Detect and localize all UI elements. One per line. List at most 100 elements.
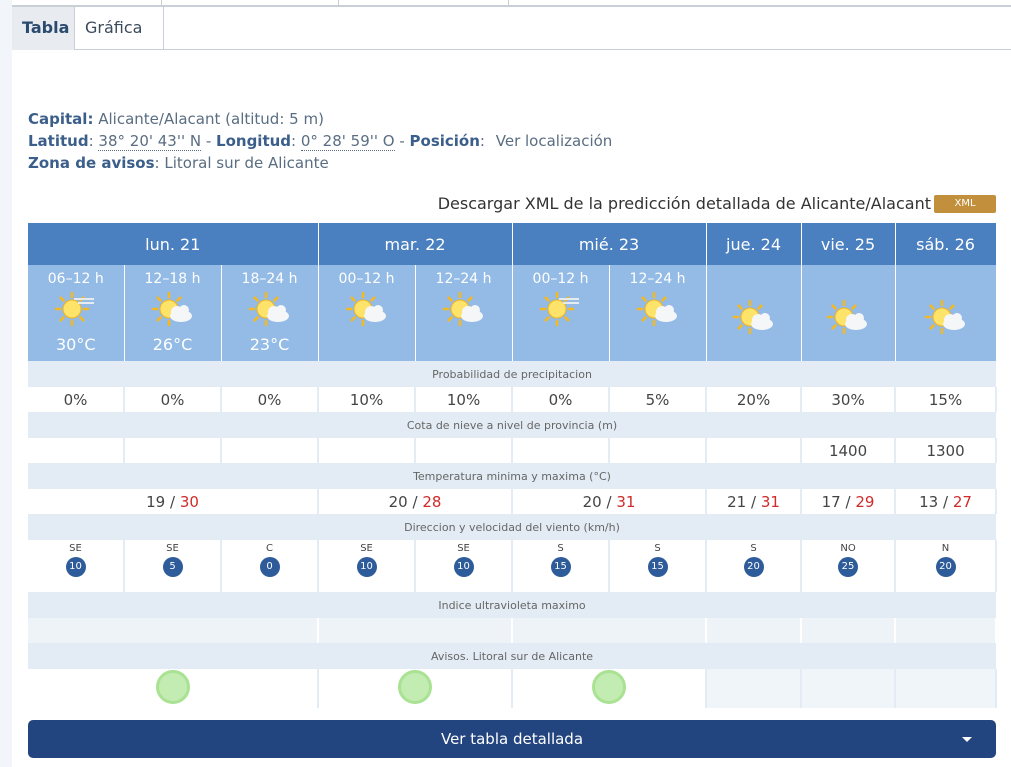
precip-cell: 0%: [28, 387, 125, 412]
ver-tabla-label: Ver tabla detallada: [440, 730, 584, 748]
wind-direction: S: [750, 543, 757, 554]
top-tab[interactable]: [12, 0, 162, 7]
periods-row: 06–12 h 30°C 12–18 h 26°C 18–24 h 23°C 00–12 h…: [28, 265, 997, 361]
aviso-green-icon[interactable]: [155, 670, 190, 704]
wind-cell: SE 10: [415, 540, 514, 592]
nieve-cell: [512, 438, 611, 463]
nieve-label-row: Cota de nieve a nivel de provincia (m): [28, 412, 997, 438]
days-row: lun. 21 mar. 22 mié. 23 jue. 24 vie. 25 …: [28, 223, 997, 265]
day-header: vie. 25: [801, 223, 896, 265]
period-time: 12–24 h: [629, 271, 686, 287]
period-cell: 12–24 h: [415, 265, 513, 361]
coords-line: Latitud: 38° 20' 43'' N - Longitud: 0° 2…: [28, 132, 613, 151]
nieve-cell: [124, 438, 222, 463]
left-decoration: [0, 0, 12, 767]
period-time: [896, 271, 996, 297]
wind-speed-badge: 20: [743, 557, 764, 577]
period-time: [802, 271, 895, 297]
temp-cell: 20 / 31: [512, 489, 708, 514]
wind-cell: C0: [221, 540, 320, 592]
temp-cell: 13 / 27: [895, 489, 998, 514]
day-header: jue. 24: [706, 223, 802, 265]
nieve-cell: [415, 438, 514, 463]
period-time: [707, 271, 801, 297]
latitud-value: 38° 20' 43'' N: [98, 132, 202, 151]
temp-cell: 17 / 29: [801, 489, 897, 514]
nieve-row: 1400 1300: [28, 438, 998, 463]
period-temp: 23°C: [249, 335, 290, 354]
capital-value: Alicante/Alacant (altitud: 5 m): [98, 110, 324, 128]
period-time: 12–24 h: [435, 271, 492, 287]
xml-button[interactable]: XML: [934, 195, 996, 213]
precip-cell: 15%: [895, 387, 998, 412]
day-header: mar. 22: [318, 223, 513, 265]
aviso-green-icon[interactable]: [398, 670, 433, 704]
nieve-cell: [28, 438, 125, 463]
wind-cell: NO 25: [801, 540, 897, 592]
period-time: 12–18 h: [144, 271, 201, 287]
uv-cell: [28, 618, 320, 643]
ver-tabla-detallada-button[interactable]: Ver tabla detallada: [28, 720, 996, 758]
precip-cell: 0%: [221, 387, 320, 412]
period-cell: [801, 265, 896, 361]
precip-cell: 30%: [801, 387, 897, 412]
uv-label: Indice ultravioleta maximo: [28, 592, 997, 618]
nieve-cell: 1300: [895, 438, 998, 463]
tab-tabla[interactable]: Tabla: [12, 7, 75, 50]
period-cell: 18–24 h 23°C: [221, 265, 319, 361]
xml-download-link[interactable]: Descargar XML de la predicción detallada…: [438, 194, 931, 213]
wind-speed-badge: 25: [838, 557, 859, 577]
precip-cell: 10%: [318, 387, 417, 412]
temp-cell: 20 / 28: [318, 489, 514, 514]
wind-speed-badge: 10: [65, 557, 86, 577]
wind-speed-badge: 15: [550, 557, 571, 577]
precip-cell: 5%: [609, 387, 708, 412]
top-tab[interactable]: [339, 0, 509, 7]
wind-speed-badge: 15: [647, 557, 668, 577]
wind-direction: N: [941, 543, 950, 554]
sun-cloud-icon: [610, 289, 706, 333]
wind-cell: SE 10: [28, 540, 125, 592]
top-tab[interactable]: [162, 0, 339, 7]
viento-label: Direccion y velocidad del viento (km/h): [28, 514, 997, 540]
temp-row: 19 / 30 20 / 28 20 / 31 21 / 31 17 / 29 …: [28, 489, 998, 514]
top-tab-strip: [12, 0, 1011, 7]
aviso-cell: [895, 669, 998, 708]
wind-direction: SE: [457, 543, 470, 554]
longitud-label: Longitud: [216, 132, 292, 150]
aviso-cell: [512, 669, 708, 708]
uv-cell: [512, 618, 708, 643]
period-cell: 06–12 h 30°C: [28, 265, 125, 361]
wind-cell: SE 5: [124, 540, 222, 592]
precip-label-row: Probabilidad de precipitacion: [28, 361, 997, 387]
temp-cell: 21 / 31: [706, 489, 803, 514]
avisos-label-row: Avisos. Litoral sur de Alicante: [28, 643, 997, 669]
capital-line: Capital: Alicante/Alacant (altitud: 5 m): [28, 110, 324, 128]
precip-cell: 10%: [415, 387, 514, 412]
wind-cell: SE 10: [318, 540, 417, 592]
sun-cloud-icon: [416, 289, 512, 333]
wind-direction: NO: [840, 543, 856, 554]
aviso-cell: [801, 669, 897, 708]
uv-cell: [706, 618, 803, 643]
aviso-green-icon[interactable]: [592, 670, 627, 704]
nieve-cell: 1400: [801, 438, 897, 463]
temp-cell: 19 / 30: [28, 489, 320, 514]
avisos-row: [28, 669, 998, 708]
tab-grafica[interactable]: Gráfica: [75, 7, 164, 50]
sun-haze-icon: [28, 289, 124, 333]
precip-cell: 0%: [124, 387, 222, 412]
day-header: mié. 23: [512, 223, 707, 265]
ver-localizacion-link[interactable]: Ver localización: [496, 132, 613, 150]
sun-cloud-icon: [707, 297, 801, 341]
wind-cell: S 20: [706, 540, 803, 592]
nieve-label: Cota de nieve a nivel de provincia (m): [28, 412, 997, 438]
forecast-table: lun. 21 mar. 22 mié. 23 jue. 24 vie. 25 …: [28, 223, 998, 708]
period-cell: 12–18 h 26°C: [124, 265, 222, 361]
zona-value: Litoral sur de Alicante: [164, 154, 329, 172]
period-time: 00–12 h: [338, 271, 395, 287]
longitud-value: 0° 28' 59'' O: [300, 132, 395, 151]
period-temp: 26°C: [152, 335, 193, 354]
wind-direction: S: [557, 543, 564, 554]
wind-speed-badge: 0: [259, 557, 280, 577]
